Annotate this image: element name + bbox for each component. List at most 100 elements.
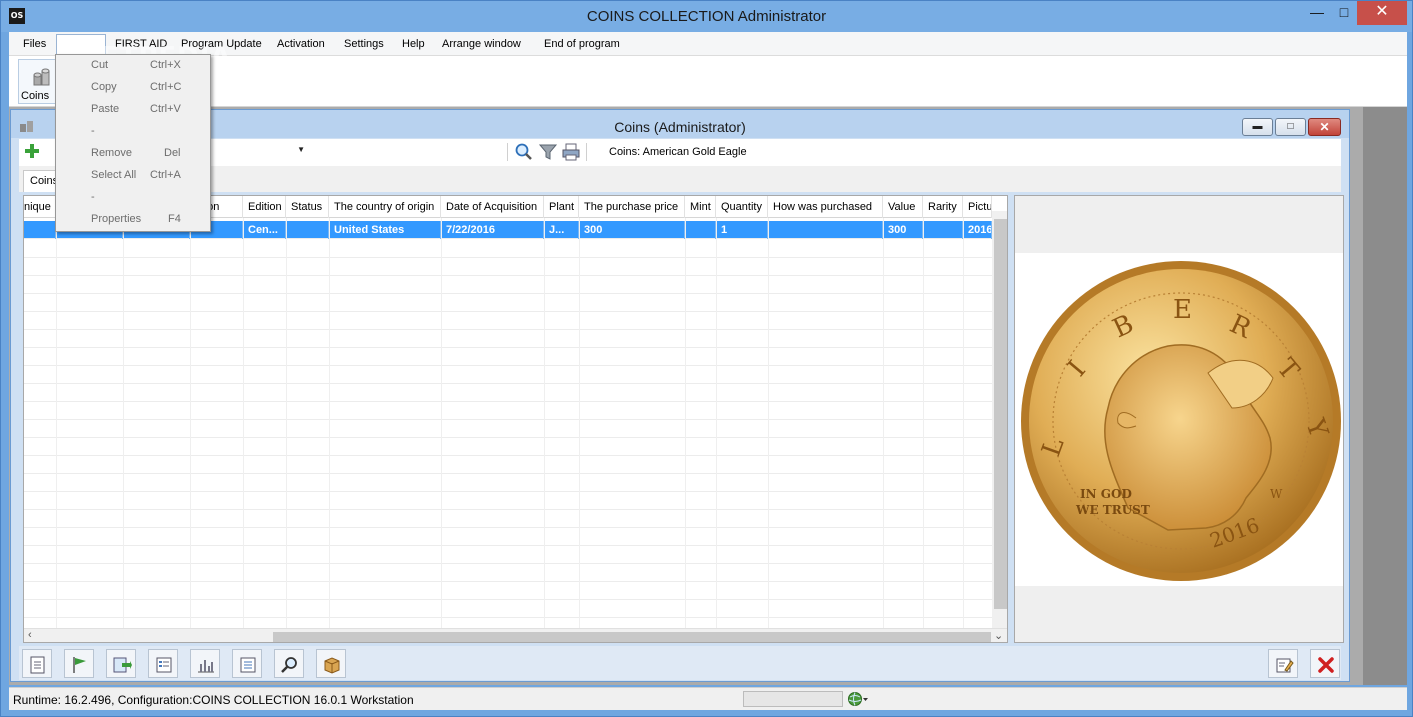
table-row[interactable] (24, 348, 992, 366)
menu-end-of-program[interactable]: End of program (544, 38, 620, 50)
minimize-button[interactable]: — (1303, 1, 1331, 25)
column-header[interactable]: Status (286, 196, 329, 218)
child-minimize-button[interactable]: ▬ (1242, 118, 1273, 136)
column-header[interactable]: Mint (685, 196, 716, 218)
table-row[interactable] (24, 330, 992, 348)
list-button[interactable] (232, 649, 262, 678)
child-close-button[interactable]: ✕ (1308, 118, 1341, 136)
column-header[interactable]: Date of Acquisition (441, 196, 544, 218)
export-button[interactable] (106, 649, 136, 678)
coin-motto-1: IN GOD (1080, 487, 1132, 501)
magnifier-icon (281, 657, 297, 673)
horizontal-scrollbar[interactable]: ‹ ⌄ (24, 628, 1007, 642)
table-row[interactable] (24, 546, 992, 564)
document-button[interactable] (22, 649, 52, 678)
table-row[interactable] (24, 258, 992, 276)
menu-item-copy[interactable]: Copy Ctrl+C (56, 77, 210, 99)
menu-item-cut[interactable]: Cut Ctrl+X (56, 55, 210, 77)
table-row[interactable] (24, 402, 992, 420)
maximize-button[interactable]: □ (1331, 1, 1357, 25)
column-divider (123, 218, 124, 628)
coins-grid[interactable]: nique cation Edition Status The country … (23, 195, 1008, 643)
table-row[interactable] (24, 240, 992, 258)
table-row[interactable] (24, 528, 992, 546)
column-header[interactable]: How was purchased (768, 196, 883, 218)
flag-icon (73, 657, 86, 673)
table-row[interactable] (24, 438, 992, 456)
table-row[interactable] (24, 474, 992, 492)
delete-button[interactable] (1310, 649, 1340, 678)
table-row[interactable] (24, 510, 992, 528)
edit-dropdown-menu: Cut Ctrl+X Copy Ctrl+C Paste Ctrl+V - Remov… (55, 54, 211, 232)
workspace-strip (1363, 107, 1407, 685)
list-icon (240, 657, 256, 673)
table-row[interactable] (24, 582, 992, 600)
menu-item-properties[interactable]: Properties F4 (56, 209, 210, 231)
table-row[interactable] (24, 420, 992, 438)
column-divider (243, 218, 244, 628)
table-cell: 1 (716, 221, 768, 239)
table-row[interactable] (24, 366, 992, 384)
menu-item-select-all[interactable]: Select All Ctrl+A (56, 165, 210, 187)
column-header[interactable]: Edition (243, 196, 286, 218)
find-button[interactable] (274, 649, 304, 678)
horizontal-scroll-thumb[interactable] (273, 632, 991, 642)
form-button[interactable] (148, 649, 178, 678)
package-button[interactable] (316, 649, 346, 678)
column-header[interactable]: Pictu (963, 196, 992, 218)
vertical-scroll-thumb[interactable] (994, 219, 1007, 609)
filter-combo[interactable]: ▼ (197, 142, 307, 162)
table-row[interactable] (24, 456, 992, 474)
scroll-left-icon[interactable]: ‹ (28, 629, 32, 641)
menu-help[interactable]: Help (402, 38, 425, 50)
vertical-scrollbar[interactable] (992, 211, 1007, 629)
column-header[interactable]: Plant (544, 196, 579, 218)
print-icon[interactable] (561, 142, 581, 162)
globe-icon[interactable] (847, 691, 869, 707)
filter-icon[interactable] (538, 142, 558, 162)
search-icon[interactable] (514, 142, 534, 162)
title-bar[interactable]: OS COINS COLLECTION Administrator — □ ✕ (1, 1, 1412, 32)
column-divider (923, 218, 924, 628)
child-maximize-button[interactable]: □ (1275, 118, 1306, 136)
table-cell: 300 (579, 221, 685, 239)
column-header[interactable]: Value (883, 196, 923, 218)
table-row[interactable] (24, 564, 992, 582)
menu-arrange-window[interactable]: Arrange window (442, 38, 521, 50)
scroll-down-icon[interactable]: ⌄ (994, 629, 1003, 642)
table-row[interactable] (24, 384, 992, 402)
table-row[interactable] (24, 492, 992, 510)
child-title-bar[interactable]: Coins (Administrator) ▬ □ ✕ (11, 110, 1349, 138)
column-header[interactable]: nique (24, 196, 56, 218)
progress-bar (743, 691, 843, 707)
table-cell (923, 221, 963, 239)
menu-settings[interactable]: Settings (344, 38, 384, 50)
table-cell (685, 221, 716, 239)
coins-ribbon-label: Coins (21, 90, 50, 102)
toolbar-separator (507, 143, 508, 161)
table-row[interactable] (24, 294, 992, 312)
menu-activation[interactable]: Activation (277, 38, 325, 50)
table-row[interactable] (24, 276, 992, 294)
column-divider (883, 218, 884, 628)
column-header[interactable]: Rarity (923, 196, 963, 218)
flag-button[interactable] (64, 649, 94, 678)
table-row[interactable] (24, 312, 992, 330)
edit-button[interactable] (1268, 649, 1298, 678)
picture-top-band (1015, 196, 1343, 253)
add-icon[interactable] (23, 142, 41, 160)
chart-button[interactable] (190, 649, 220, 678)
form-icon (156, 657, 172, 673)
column-header[interactable]: Quantity (716, 196, 768, 218)
chart-icon (198, 660, 214, 673)
menu-item-paste[interactable]: Paste Ctrl+V (56, 99, 210, 121)
column-header[interactable]: The purchase price (579, 196, 685, 218)
bottom-toolbar (19, 646, 1341, 680)
menu-files[interactable]: Files (23, 38, 46, 50)
menu-item-remove[interactable]: Remove Del (56, 143, 210, 165)
table-row[interactable] (24, 600, 992, 618)
table-cell: 2016 (963, 221, 992, 239)
table-cell: J... (544, 221, 579, 239)
close-button[interactable]: ✕ (1357, 1, 1407, 25)
column-header[interactable]: The country of origin (329, 196, 441, 218)
